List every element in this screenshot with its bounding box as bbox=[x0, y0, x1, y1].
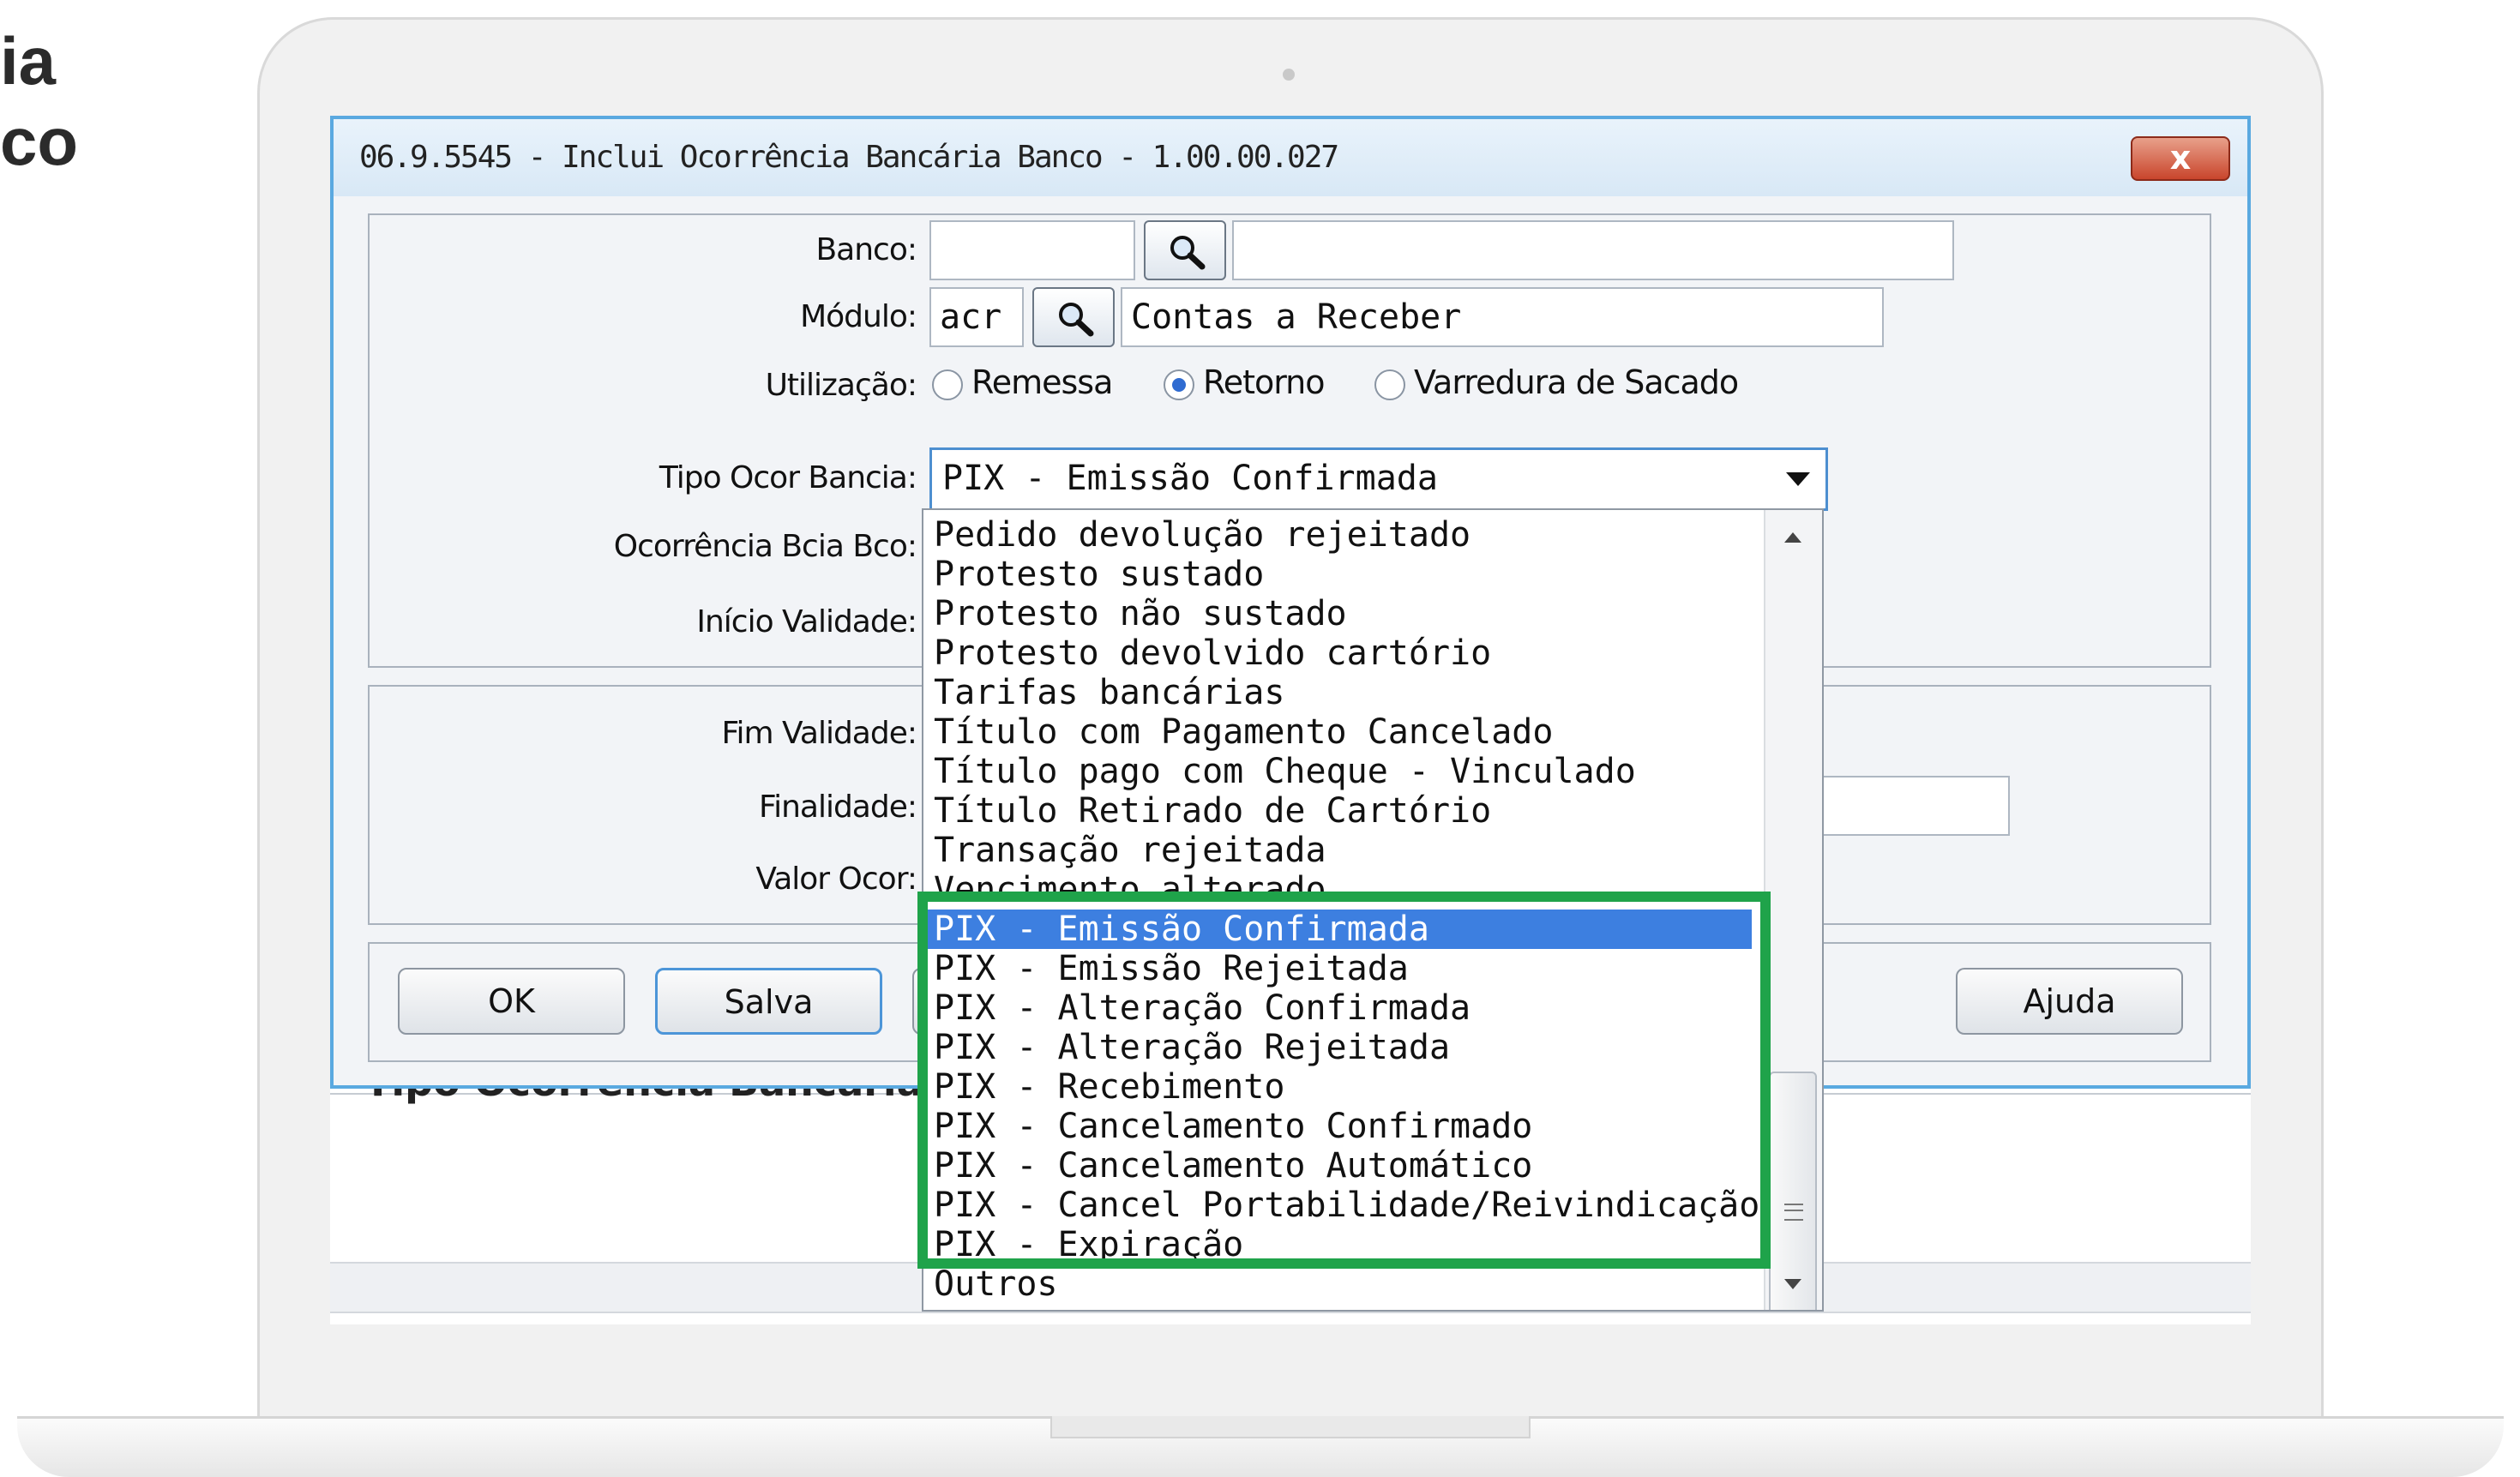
modulo-search-button[interactable] bbox=[1032, 287, 1115, 347]
list-item[interactable]: Título com Pagamento Cancelado bbox=[934, 712, 1553, 752]
radio-remessa[interactable] bbox=[932, 369, 963, 400]
side-title-line2: co bbox=[0, 104, 79, 179]
valor-ocor-label: Valor Ocor: bbox=[755, 862, 917, 897]
modulo-label: Módulo: bbox=[800, 299, 917, 334]
list-item[interactable]: Tarifas bancárias bbox=[934, 673, 1284, 712]
banco-search-button[interactable] bbox=[1144, 220, 1226, 280]
list-item[interactable]: Protesto devolvido cartório bbox=[934, 633, 1491, 673]
banco-input[interactable] bbox=[929, 220, 1135, 280]
banco-label: Banco: bbox=[815, 232, 917, 267]
close-button[interactable]: x bbox=[2131, 136, 2230, 181]
laptop-notch bbox=[1050, 1416, 1531, 1438]
chevron-down-icon[interactable] bbox=[1786, 472, 1810, 486]
dropdown-scrollbar[interactable] bbox=[1764, 510, 1822, 1310]
radio-retorno-label: Retorno bbox=[1203, 363, 1326, 401]
list-item[interactable]: Protesto não sustado bbox=[934, 594, 1347, 633]
modulo-description: Contas a Receber bbox=[1121, 287, 1884, 347]
search-icon bbox=[1059, 303, 1094, 337]
tipo-ocor-label: Tipo Ocor Bancia: bbox=[659, 460, 917, 495]
radio-retorno[interactable] bbox=[1164, 369, 1194, 400]
scroll-down-icon[interactable] bbox=[1784, 1279, 1801, 1289]
fim-validade-label: Fim Validade: bbox=[721, 716, 917, 751]
radio-varredura[interactable] bbox=[1374, 369, 1405, 400]
banco-description bbox=[1232, 220, 1954, 280]
finalidade-label: Finalidade: bbox=[758, 790, 917, 825]
ok-button[interactable]: OK bbox=[398, 968, 625, 1035]
utilizacao-label: Utilização: bbox=[765, 368, 917, 403]
radio-remessa-label: Remessa bbox=[971, 363, 1113, 401]
list-item[interactable]: Título pago com Cheque - Vinculado bbox=[934, 752, 1636, 791]
scroll-up-icon[interactable] bbox=[1784, 532, 1801, 543]
tipo-ocor-value: PIX - Emissão Confirmada bbox=[942, 459, 1438, 498]
salva-button[interactable]: Salva bbox=[655, 968, 882, 1035]
title-bar: 06.9.5545 - Inclui Ocorrência Bancária B… bbox=[334, 119, 2247, 196]
pix-highlight-box bbox=[917, 892, 1771, 1269]
side-title-line1: ia bbox=[0, 23, 57, 99]
list-item[interactable]: Protesto sustado bbox=[934, 555, 1264, 594]
list-item[interactable]: Título Retirado de Cartório bbox=[934, 791, 1491, 831]
radio-varredura-label: Varredura de Sacado bbox=[1414, 363, 1739, 401]
ocorrencia-label: Ocorrência Bcia Bco: bbox=[613, 529, 917, 564]
search-icon bbox=[1170, 236, 1206, 270]
tipo-ocor-select[interactable]: PIX - Emissão Confirmada bbox=[929, 447, 1828, 511]
scroll-thumb[interactable] bbox=[1769, 1072, 1817, 1310]
grip-icon bbox=[1784, 1204, 1803, 1221]
ajuda-button[interactable]: Ajuda bbox=[1956, 968, 2183, 1035]
camera-icon bbox=[1283, 69, 1295, 81]
modulo-input[interactable]: acr bbox=[929, 287, 1024, 347]
window-title: 06.9.5545 - Inclui Ocorrência Bancária B… bbox=[359, 140, 1339, 175]
list-item[interactable]: Pedido devolução rejeitado bbox=[934, 515, 1471, 555]
list-item[interactable]: Transação rejeitada bbox=[934, 831, 1326, 870]
list-item[interactable]: Outros bbox=[934, 1264, 1058, 1304]
inicio-validade-label: Início Validade: bbox=[696, 604, 917, 639]
